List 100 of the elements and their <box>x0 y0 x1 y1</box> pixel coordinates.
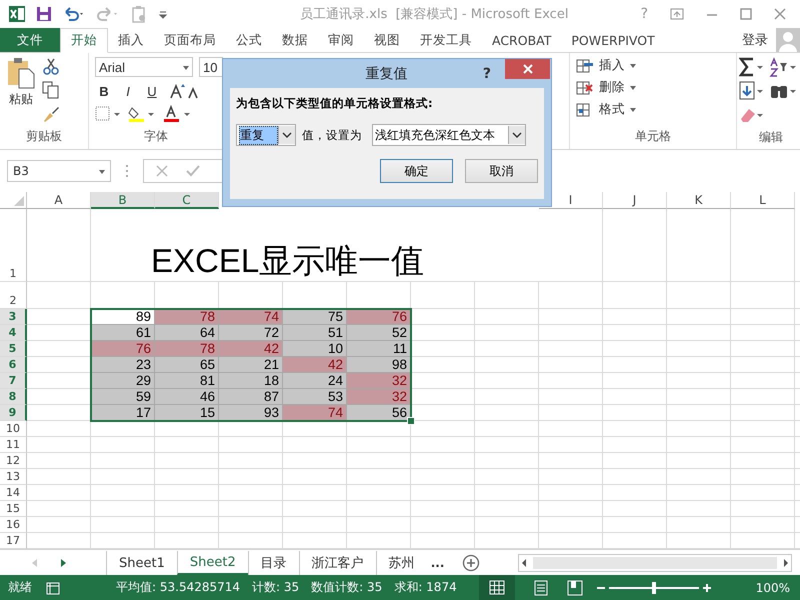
chevron-down-icon[interactable] <box>282 131 292 139</box>
ribbon-tab[interactable]: 文件 <box>0 28 60 52</box>
ribbon-tab[interactable]: 开发工具 <box>410 28 482 52</box>
table-cell: 76 <box>347 309 411 325</box>
cells-command[interactable]: 格式 <box>576 101 730 118</box>
status-stat: 数值计数: 35 <box>311 579 382 596</box>
dialog-title: 重复值 <box>364 64 408 82</box>
table-cell: 23 <box>91 357 155 373</box>
table-cell: 75 <box>283 309 347 325</box>
ribbon-tab[interactable]: 数据 <box>272 28 318 52</box>
ribbon-tab[interactable]: ACROBAT <box>482 28 562 52</box>
page-layout-icon[interactable] <box>532 580 549 596</box>
clipboard-icon[interactable] <box>130 5 148 23</box>
value-type-dropdown[interactable]: 重复 <box>236 124 296 146</box>
group-label: 剪贴板 <box>26 128 62 145</box>
fill-color-icon[interactable] <box>127 105 157 123</box>
zoom-level[interactable]: 100% <box>756 580 800 594</box>
column-header[interactable]: C <box>155 192 219 209</box>
row-header[interactable]: 5 <box>0 341 27 357</box>
table-cell: 52 <box>347 325 411 341</box>
name-box[interactable]: B3 <box>7 160 111 182</box>
table-cell: 78 <box>155 341 219 357</box>
sheet-tab[interactable]: Sheet2 <box>176 551 248 575</box>
ok-button[interactable]: 确定 <box>380 159 453 183</box>
format-dropdown[interactable]: 浅红填充色深红色文本 <box>372 124 526 146</box>
cells-command[interactable]: 插入 <box>576 57 730 74</box>
window-title: 员工通讯录.xls [兼容模式] - Microsoft Excel <box>299 6 570 23</box>
close-button[interactable] <box>505 59 550 79</box>
column-header[interactable]: B <box>91 192 155 209</box>
excel-logo-icon <box>8 5 26 23</box>
close-icon[interactable] <box>774 8 786 20</box>
group-label: 编辑 <box>759 129 783 146</box>
add-sheet-icon[interactable] <box>462 554 480 572</box>
ribbon-tab[interactable]: POWERPIVOT <box>561 28 665 52</box>
table-cell: 59 <box>91 389 155 405</box>
sign-in-link[interactable]: 登录 <box>734 28 776 52</box>
save-icon[interactable] <box>36 6 52 22</box>
sort-icon[interactable] <box>769 57 797 77</box>
bold-button[interactable]: B <box>95 84 113 98</box>
table-cell: 87 <box>219 389 283 405</box>
table-cell: 89 <box>91 309 155 325</box>
table-cell: 53 <box>283 389 347 405</box>
ribbon-tab[interactable]: 插入 <box>108 28 154 52</box>
horizontal-scrollbar[interactable] <box>518 554 792 572</box>
ribbon-display-icon[interactable] <box>670 8 684 20</box>
more-sheets-button[interactable]: ... <box>430 556 444 570</box>
row-header[interactable]: 8 <box>0 389 27 405</box>
table-cell: 42 <box>283 357 347 373</box>
column-header[interactable]: J <box>603 192 667 209</box>
maximize-icon[interactable] <box>740 8 752 20</box>
row-header[interactable]: 6 <box>0 357 27 373</box>
italic-button[interactable]: I <box>119 84 137 98</box>
sum-icon[interactable] <box>739 57 765 77</box>
table-cell: 10 <box>283 341 347 357</box>
row-header[interactable]: 4 <box>0 325 27 341</box>
next-sheet-icon[interactable] <box>58 558 68 568</box>
row-header[interactable]: 3 <box>0 309 27 325</box>
scissors-icon[interactable] <box>42 57 60 75</box>
column-header[interactable]: L <box>731 192 795 209</box>
table-cell: 46 <box>155 389 219 405</box>
normal-view-icon[interactable] <box>478 575 515 600</box>
zoom-in-icon[interactable] <box>702 584 711 592</box>
underline-button[interactable]: U <box>143 84 161 98</box>
dialog-prompt: 为包含以下类型值的单元格设置格式: <box>236 96 434 111</box>
table-cell: 74 <box>283 405 347 421</box>
brush-icon[interactable] <box>42 105 60 123</box>
cells-command[interactable]: 删除 <box>576 79 730 96</box>
ribbon-tab[interactable]: 公式 <box>226 28 272 52</box>
chevron-down-icon[interactable] <box>512 131 522 139</box>
help-button[interactable]: ? <box>482 66 491 82</box>
fill-down-icon[interactable] <box>739 81 765 101</box>
cancel-button[interactable]: 取消 <box>465 159 538 183</box>
table-cell: 15 <box>155 405 219 421</box>
table-cell: 81 <box>155 373 219 389</box>
customize-icon[interactable] <box>158 9 168 19</box>
page-break-icon[interactable] <box>566 580 583 596</box>
scroll-right-icon[interactable] <box>781 557 791 569</box>
more-icon <box>125 164 129 178</box>
font-name-field[interactable]: Arial <box>95 57 193 77</box>
ribbon-tab[interactable]: 页面布局 <box>154 28 226 52</box>
table-icon <box>576 58 594 74</box>
column-header[interactable]: K <box>667 192 731 209</box>
ribbon-tab[interactable]: 开始 <box>60 28 108 53</box>
copy-icon[interactable] <box>42 81 60 99</box>
font-color-icon[interactable] <box>163 105 193 123</box>
row-header[interactable]: 7 <box>0 373 27 389</box>
table-cell: 72 <box>219 325 283 341</box>
table-cell: 64 <box>155 325 219 341</box>
table-cell: 74 <box>219 309 283 325</box>
group-label: 单元格 <box>635 128 671 145</box>
row-header[interactable]: 9 <box>0 405 27 421</box>
table-cell: 98 <box>347 357 411 373</box>
paste-button[interactable]: 粘贴 <box>6 57 36 124</box>
borders-icon[interactable] <box>95 106 121 122</box>
table-cell: 32 <box>347 373 411 389</box>
table-cell: 18 <box>219 373 283 389</box>
table-cell: 29 <box>91 373 155 389</box>
check-icon[interactable] <box>186 165 200 177</box>
ribbon-tab[interactable]: 审阅 <box>318 28 364 52</box>
ribbon-tab[interactable]: 视图 <box>364 28 410 52</box>
